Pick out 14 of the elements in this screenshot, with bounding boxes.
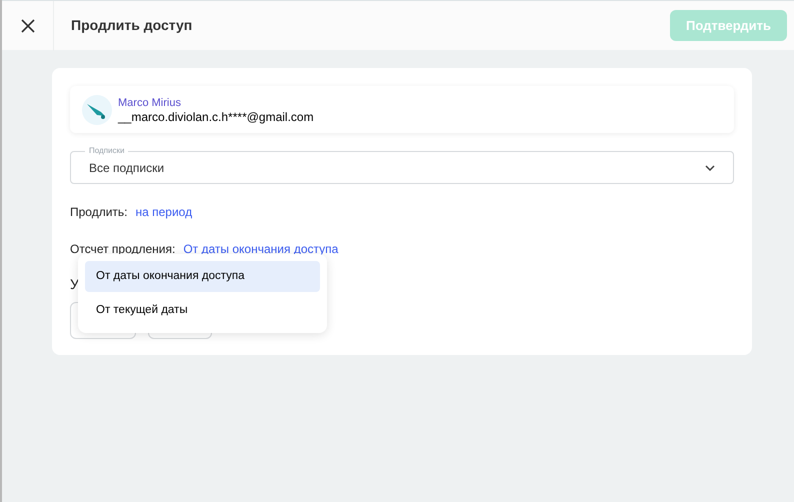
close-icon	[20, 18, 36, 34]
user-name: Marco Mirius	[118, 96, 182, 110]
count-from-label: Отсчет продления:	[70, 241, 176, 258]
menu-item[interactable]: От даты окончания доступа	[85, 261, 320, 292]
user-email: __marco.diviolan.c.h****@gmail.com	[118, 110, 314, 124]
row-label: У	[70, 276, 79, 292]
extend-label: Продлить:	[70, 204, 128, 221]
extend-period-link[interactable]: на период	[136, 203, 192, 221]
count-from-link[interactable]: От даты окончания доступа	[183, 240, 338, 258]
page-title: Продлить доступ	[71, 16, 192, 35]
avatar-icon	[82, 94, 112, 124]
chevron-down-icon	[705, 164, 715, 170]
select-value: Все подписки	[89, 160, 164, 176]
select-label: Подписки	[85, 145, 128, 157]
